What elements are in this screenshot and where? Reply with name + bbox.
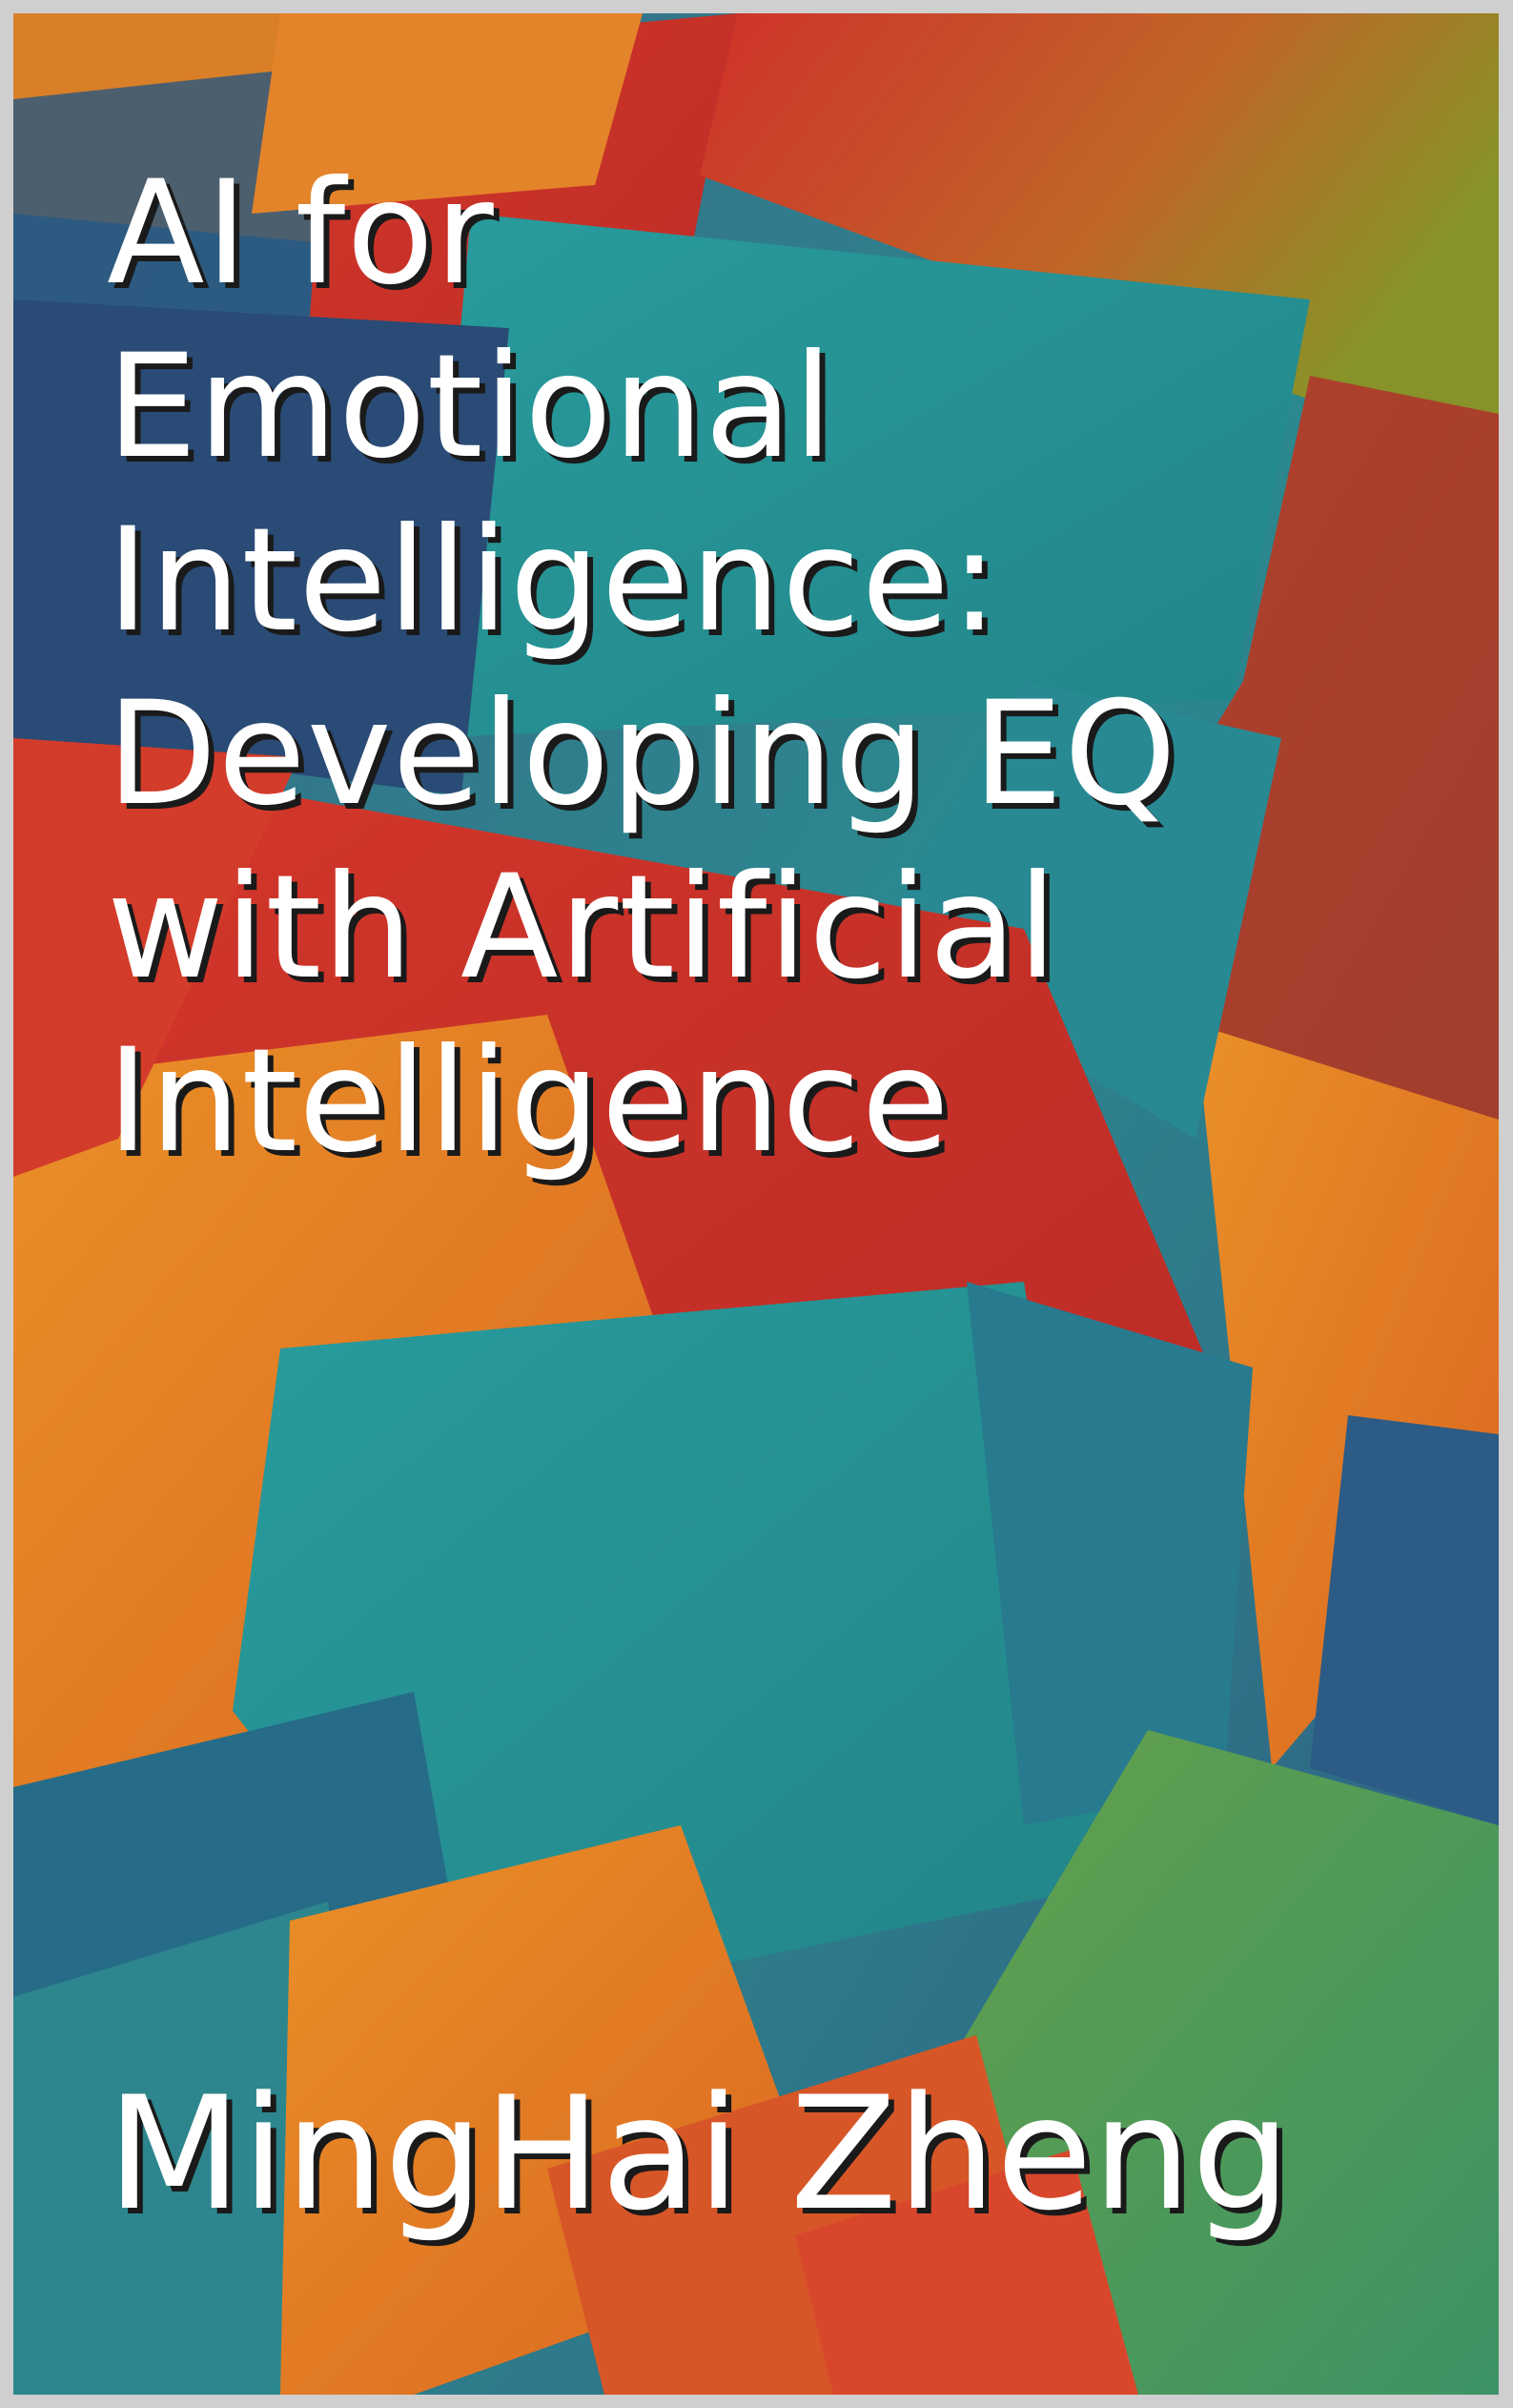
title-line-1: AI for: [107, 151, 495, 317]
book-cover: AI for Emotional Intelligence: Developin…: [13, 13, 1499, 2395]
book-title: AI for Emotional Intelligence: Developin…: [107, 147, 1441, 1188]
title-line-3: Intelligence:: [107, 498, 1000, 664]
title-line-6: Intelligence: [107, 1019, 951, 1184]
title-line-5: with Artificial: [107, 845, 1058, 1011]
title-line-4: Developing EQ: [107, 671, 1177, 837]
author-name: MingHai Zheng: [107, 2063, 1291, 2245]
title-line-2: Emotional: [107, 324, 834, 490]
book-cover-frame: AI for Emotional Intelligence: Developin…: [0, 0, 1513, 2408]
